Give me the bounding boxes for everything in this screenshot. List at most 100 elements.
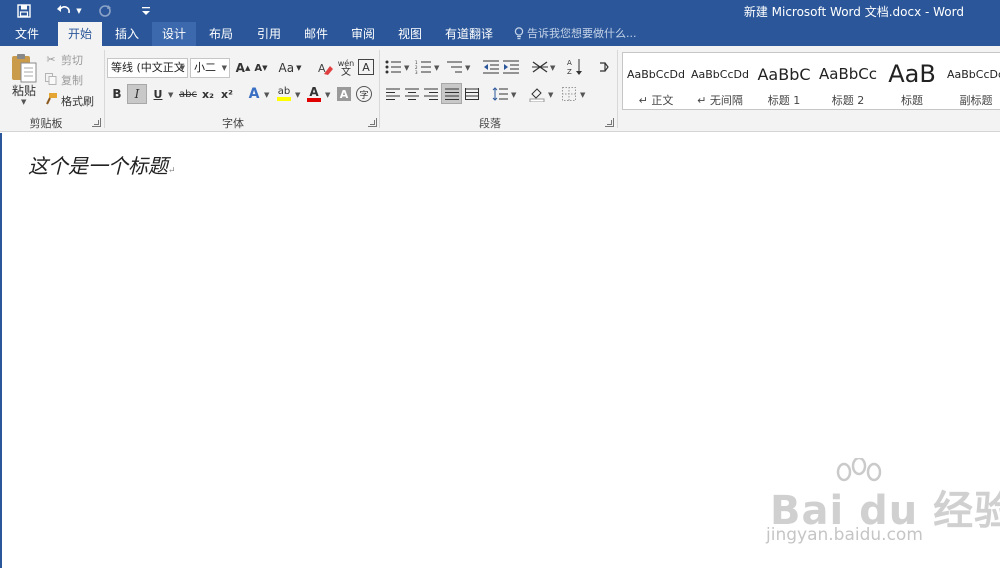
underline-dropdown-icon[interactable]: ▼ <box>168 91 173 99</box>
style-normal[interactable]: AaBbCcDd ↵ 正文 <box>624 53 688 109</box>
increase-indent-icon[interactable] <box>502 58 520 76</box>
style-sample: AaBbC <box>757 64 811 84</box>
document-heading[interactable]: 这个是一个标题↵ <box>28 150 176 179</box>
tab-file[interactable]: 文件 <box>6 22 48 46</box>
line-spacing-dropdown-icon[interactable]: ▼ <box>511 91 516 99</box>
tab-review[interactable]: 审阅 <box>342 22 384 46</box>
text-effects-dropdown-icon[interactable]: ▼ <box>264 91 269 99</box>
font-size-combo[interactable]: 小二 ▼ <box>190 58 230 78</box>
style-title[interactable]: AaB 标题 <box>880 53 944 109</box>
bullets-dropdown-icon[interactable]: ▼ <box>404 64 409 72</box>
numbering-icon[interactable]: 123 <box>414 58 432 76</box>
group-divider <box>104 50 105 128</box>
tab-references[interactable]: 引用 <box>248 22 290 46</box>
change-case-label: Aa <box>278 61 295 75</box>
align-right-icon[interactable] <box>422 85 440 103</box>
paragraph-launcher-icon[interactable] <box>605 118 614 127</box>
title-bar: ▼ 新建 Microsoft Word 文档.docx - Word <box>0 0 1000 22</box>
bullets-icon[interactable] <box>384 58 402 76</box>
phonetic-guide-button[interactable]: wén 文 <box>337 56 355 80</box>
highlight-dropdown-icon[interactable]: ▼ <box>295 91 300 99</box>
cut-button[interactable]: 剪切 <box>61 52 83 68</box>
highlight-button[interactable]: ab <box>275 84 293 104</box>
superscript-button[interactable]: x² <box>219 84 235 104</box>
tab-view[interactable]: 视图 <box>389 22 431 46</box>
group-divider <box>617 50 618 128</box>
paragraph-group-label: 段落 <box>479 117 501 130</box>
shading-icon[interactable] <box>528 85 546 103</box>
paragraph-mark: ↵ <box>168 166 176 176</box>
tab-youdao-translate[interactable]: 有道翻译 <box>440 22 498 46</box>
customize-icon[interactable] <box>140 0 152 22</box>
lightbulb-icon <box>514 27 524 40</box>
style-heading-1[interactable]: AaBbC 标题 1 <box>752 53 816 109</box>
chinese-layout-icon[interactable] <box>530 58 550 76</box>
save-icon[interactable] <box>14 0 34 22</box>
style-subtitle[interactable]: AaBbCcDd 副标题 <box>944 53 1000 109</box>
character-border-button[interactable]: A <box>358 59 374 75</box>
multilevel-list-icon[interactable] <box>445 58 463 76</box>
clear-formatting-icon[interactable]: A <box>316 58 334 78</box>
undo-icon[interactable] <box>54 0 74 22</box>
tab-design[interactable]: 设计 <box>152 22 196 46</box>
align-left-icon[interactable] <box>384 85 402 103</box>
italic-button[interactable]: I <box>127 84 147 104</box>
font-size-value: 小二 <box>194 61 216 74</box>
tell-me-box[interactable]: 告诉我您想要做什么... <box>514 22 637 46</box>
text-effects-button[interactable]: A <box>246 84 262 104</box>
undo-dropdown-icon[interactable]: ▼ <box>74 0 84 22</box>
chevron-down-icon: ▼ <box>221 64 227 72</box>
justify-icon[interactable] <box>441 83 462 104</box>
font-launcher-icon[interactable] <box>368 118 377 127</box>
tab-mailings[interactable]: 邮件 <box>295 22 337 46</box>
enclose-characters-button[interactable]: 字 <box>356 86 372 102</box>
font-color-button[interactable]: A <box>305 84 323 104</box>
grow-font-button[interactable]: A ▲ <box>235 58 251 78</box>
style-sample: AaBbCcDd <box>627 67 685 81</box>
distributed-icon[interactable] <box>463 85 481 103</box>
bold-button[interactable]: B <box>109 84 125 104</box>
shrink-font-button[interactable]: A ▼ <box>253 58 269 78</box>
borders-dropdown-icon[interactable]: ▼ <box>580 91 585 99</box>
style-no-spacing[interactable]: AaBbCcDd ↵ 无间隔 <box>688 53 752 109</box>
borders-icon[interactable] <box>560 85 578 103</box>
character-shading-button[interactable]: A <box>337 87 351 101</box>
watermark-url: jingyan.baidu.com <box>766 525 923 545</box>
style-heading-2[interactable]: AaBbCc 标题 2 <box>816 53 880 109</box>
format-painter-icon <box>44 92 58 106</box>
redo-icon[interactable] <box>96 0 114 22</box>
style-sample: AaBbCc <box>819 65 877 83</box>
line-spacing-icon[interactable] <box>491 85 509 103</box>
show-formatting-marks-icon[interactable] <box>594 57 612 77</box>
sort-icon[interactable]: AZ <box>566 57 584 77</box>
svg-text:3: 3 <box>415 70 418 74</box>
strikethrough-button[interactable]: abc <box>177 84 199 104</box>
bold-label: B <box>112 87 122 101</box>
style-sample: AaB <box>888 61 936 87</box>
subscript-button[interactable]: x₂ <box>200 84 216 104</box>
enclose-characters-label: 字 <box>359 90 369 101</box>
font-name-combo[interactable]: 等线 (中文正文 ▼ <box>107 58 188 78</box>
grow-font-icon: A <box>235 61 245 75</box>
format-painter-button[interactable]: 格式刷 <box>61 93 94 109</box>
chinese-layout-dropdown-icon[interactable]: ▼ <box>550 64 555 72</box>
tab-layout[interactable]: 布局 <box>200 22 242 46</box>
window-title: 新建 Microsoft Word 文档.docx - Word <box>743 5 964 19</box>
align-center-icon[interactable] <box>403 85 421 103</box>
multilevel-dropdown-icon[interactable]: ▼ <box>465 64 470 72</box>
underline-button[interactable]: U <box>150 84 166 104</box>
svg-text:Z: Z <box>567 68 572 76</box>
numbering-dropdown-icon[interactable]: ▼ <box>434 64 439 72</box>
font-color-dropdown-icon[interactable]: ▼ <box>325 91 330 99</box>
decrease-indent-icon[interactable] <box>482 58 500 76</box>
tab-insert[interactable]: 插入 <box>106 22 148 46</box>
shading-dropdown-icon[interactable]: ▼ <box>548 91 553 99</box>
change-case-button[interactable]: Aa ▼ <box>278 58 302 78</box>
copy-button[interactable]: 复制 <box>61 72 83 88</box>
clipboard-launcher-icon[interactable] <box>92 118 101 127</box>
paste-dropdown-icon[interactable]: ▼ <box>21 98 26 106</box>
paste-icon[interactable] <box>8 52 40 84</box>
paste-button-label[interactable]: 粘贴 <box>12 82 36 99</box>
style-name: 标题 1 <box>767 94 801 107</box>
tab-home[interactable]: 开始 <box>58 22 102 46</box>
